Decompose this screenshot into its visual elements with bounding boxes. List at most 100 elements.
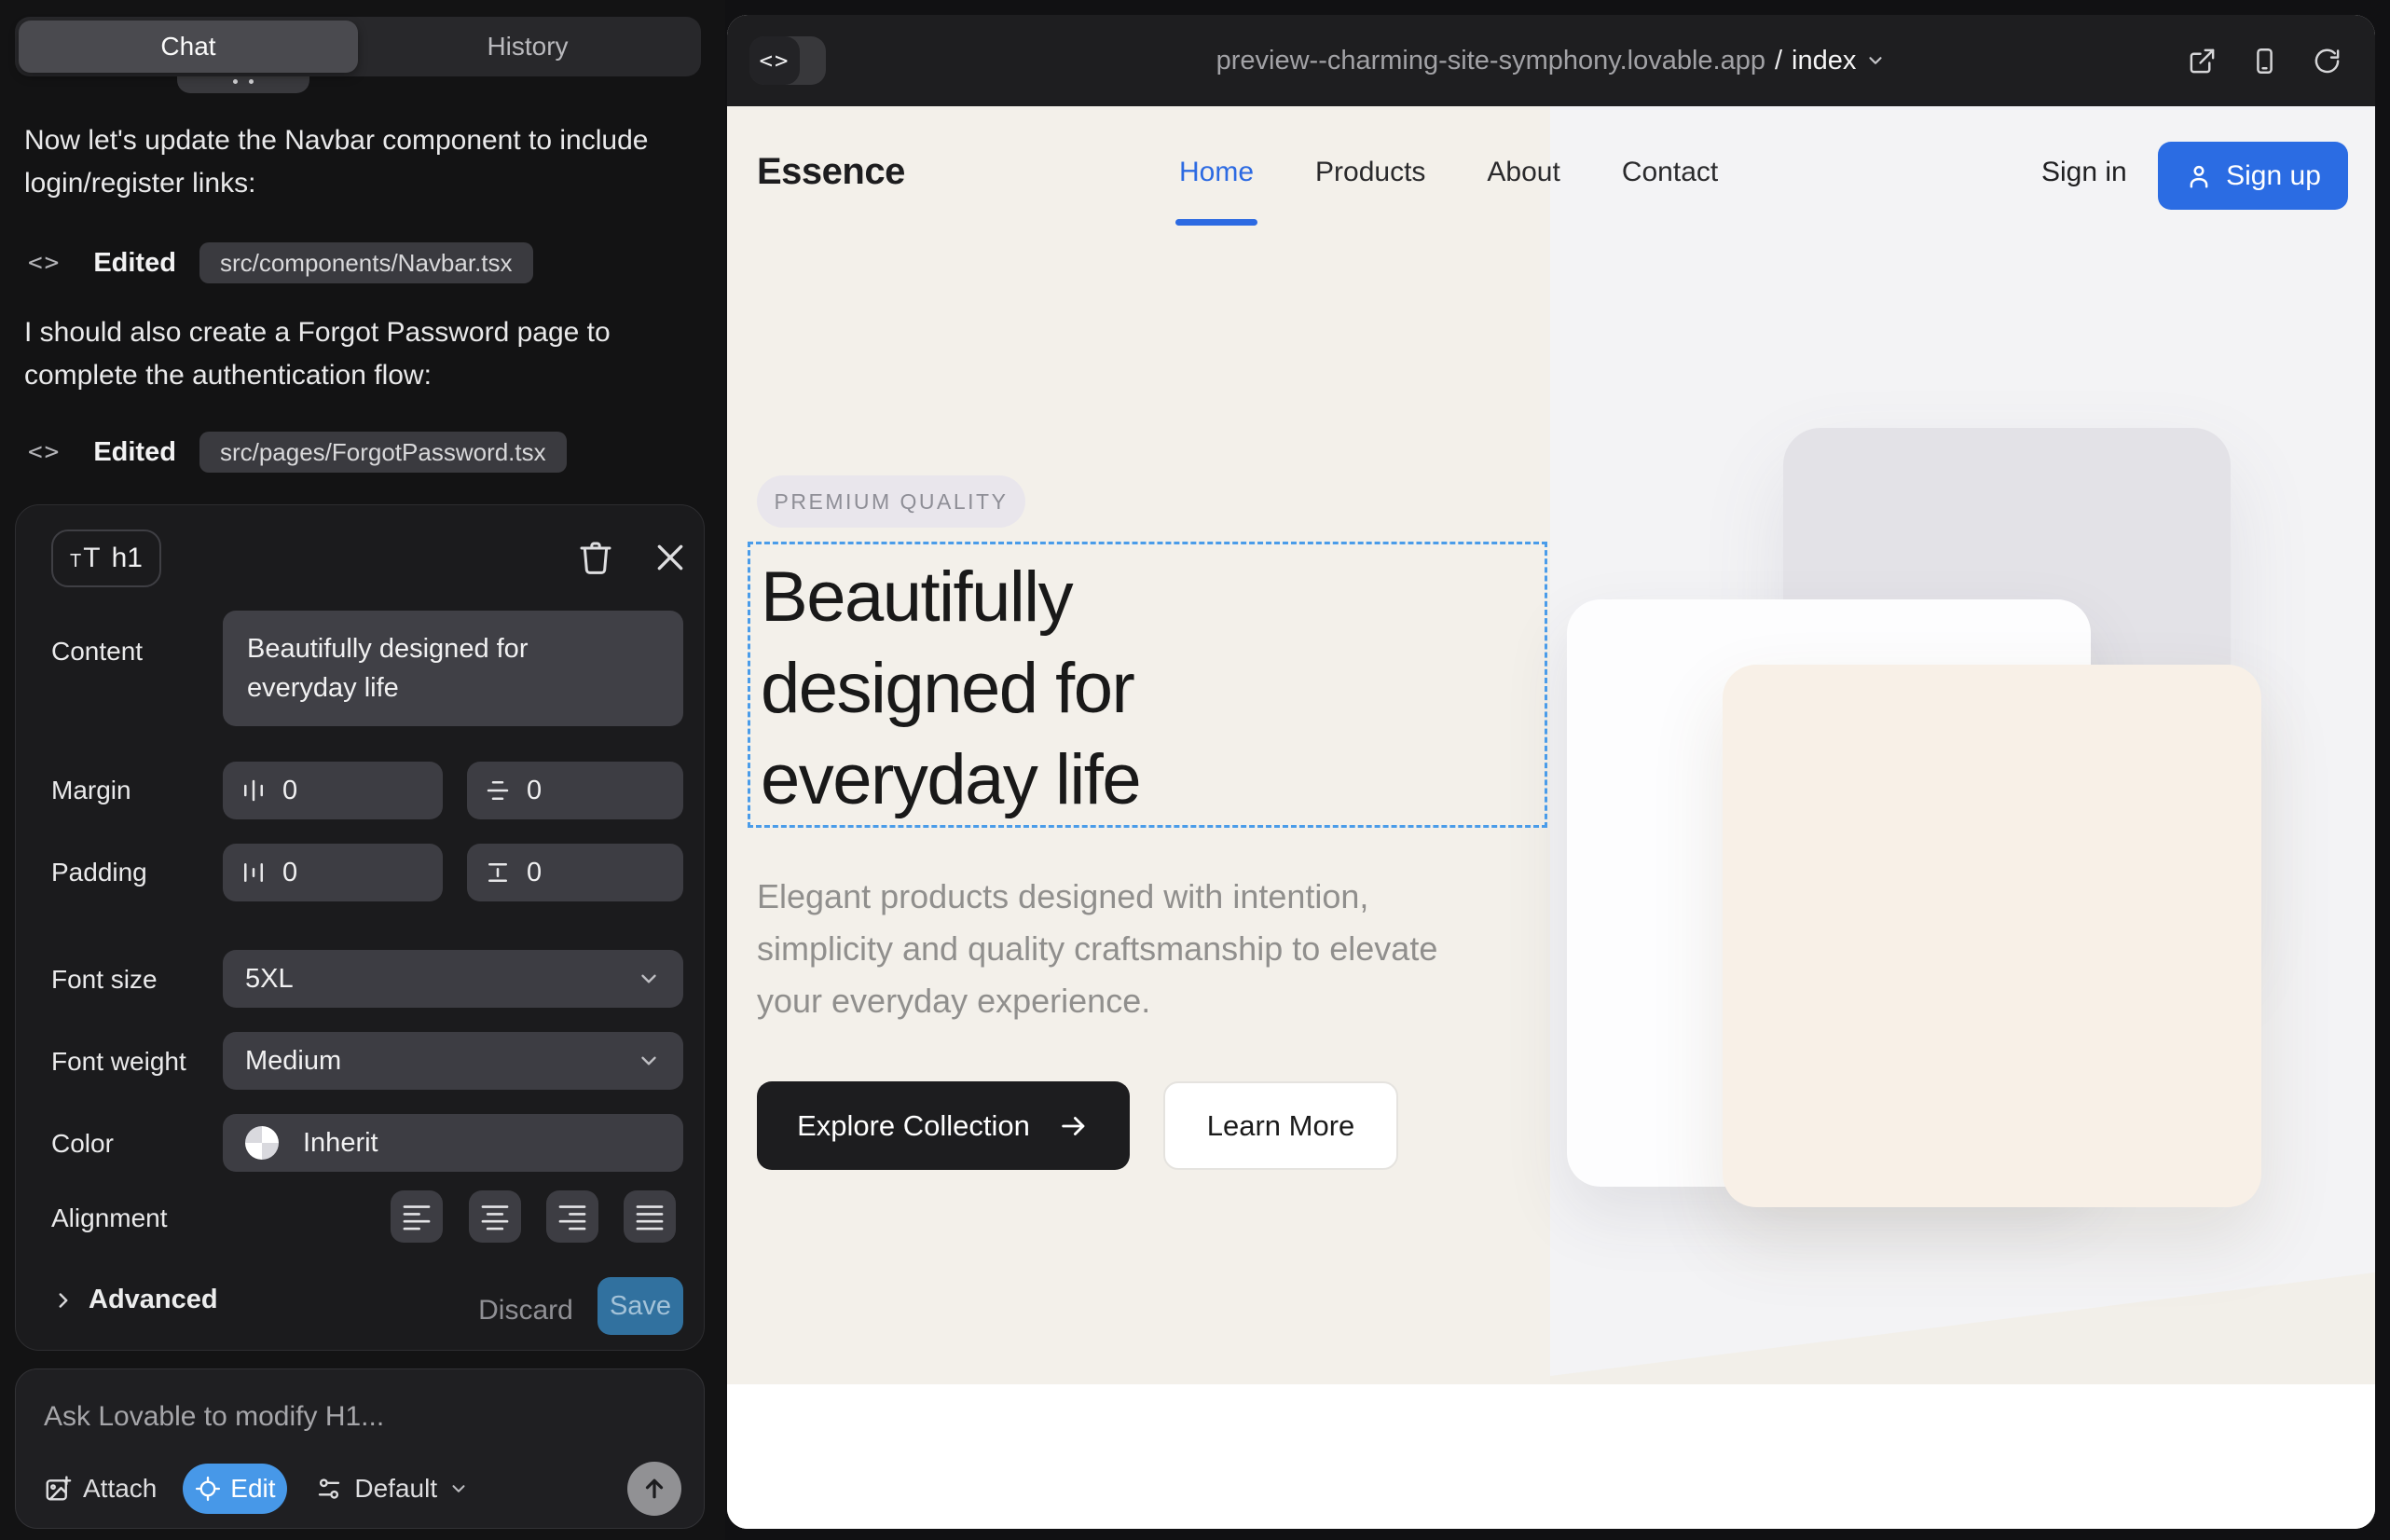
margin-vertical-icon	[484, 777, 512, 804]
tab-chat[interactable]: Chat	[19, 21, 358, 73]
sidebar-tabs: Chat History	[15, 17, 701, 76]
url-domain: preview--charming-site-symphony.lovable.…	[1216, 46, 1765, 76]
nav-link-home[interactable]: Home	[1179, 157, 1254, 188]
font-weight-select[interactable]: Medium	[223, 1032, 683, 1090]
advanced-label: Advanced	[89, 1285, 218, 1315]
hero-badge: PREMIUM QUALITY	[757, 475, 1025, 528]
margin-horizontal-icon	[240, 777, 268, 804]
attach-label: Attach	[83, 1474, 157, 1504]
chat-composer: Ask Lovable to modify H1... Attach	[15, 1368, 705, 1529]
url-bar[interactable]: preview--charming-site-symphony.lovable.…	[727, 15, 2375, 106]
align-justify-button[interactable]	[624, 1190, 676, 1243]
font-weight-label: Font weight	[51, 1047, 186, 1077]
save-button[interactable]: Save	[598, 1277, 683, 1335]
edited-file-row: <> Edited src/pages/ForgotPassword.tsx	[28, 432, 567, 473]
chevron-down-icon	[637, 1049, 661, 1073]
align-right-button[interactable]	[546, 1190, 598, 1243]
chevron-down-icon	[448, 1478, 469, 1499]
close-editor-button[interactable]	[652, 539, 689, 576]
hero-paragraph: Elegant products designed with intention…	[757, 871, 1493, 1027]
explore-collection-button[interactable]: Explore Collection	[757, 1081, 1130, 1170]
color-label: Color	[51, 1129, 114, 1159]
code-icon: <>	[28, 438, 61, 466]
element-tag-name: h1	[112, 543, 143, 574]
send-button[interactable]	[627, 1462, 681, 1516]
align-right-icon	[556, 1201, 588, 1232]
content-input[interactable]: Beautifully designed for everyday life	[223, 611, 683, 726]
arrow-right-icon	[1058, 1110, 1090, 1142]
nav-link-about[interactable]: About	[1487, 157, 1559, 188]
code-icon: <>	[28, 249, 61, 277]
tab-history[interactable]: History	[358, 21, 697, 73]
sign-up-button[interactable]: Sign up	[2158, 142, 2348, 210]
font-weight-value: Medium	[245, 1046, 341, 1077]
font-size-label: Font size	[51, 965, 158, 995]
file-badge[interactable]: src/pages/ForgotPassword.tsx	[199, 432, 567, 473]
edited-label: Edited	[93, 437, 176, 468]
chat-sidebar: Chat History Now let's update the Navbar…	[0, 0, 725, 1540]
hero-heading-line: designed for	[761, 643, 1140, 735]
chevron-right-icon	[51, 1288, 76, 1313]
preview-panel: <> preview--charming-site-symphony.lovab…	[727, 15, 2375, 1529]
color-value: Inherit	[303, 1128, 378, 1159]
mobile-view-icon[interactable]	[2250, 47, 2279, 76]
composer-input[interactable]: Ask Lovable to modify H1...	[44, 1401, 384, 1433]
margin-label: Margin	[51, 776, 131, 805]
toolbar-actions	[2188, 15, 2342, 106]
learn-more-button[interactable]: Learn More	[1163, 1081, 1398, 1170]
content-label: Content	[51, 637, 143, 667]
composer-toolbar: Attach Edit Default	[44, 1463, 681, 1515]
chevron-down-icon	[1865, 50, 1886, 71]
delete-element-button[interactable]	[577, 539, 614, 576]
align-left-icon	[401, 1201, 433, 1232]
element-tag-pill[interactable]: TT h1	[51, 529, 161, 587]
sign-in-link[interactable]: Sign in	[2041, 106, 2127, 238]
file-badge[interactable]: src/components/Navbar.tsx	[199, 242, 533, 283]
hero-heading[interactable]: Beautifully designed for everyday life	[761, 552, 1140, 826]
model-selector[interactable]: Default	[315, 1474, 469, 1504]
site-nav-links: Home Products About Contact	[1179, 106, 1718, 238]
app-root: Chat History Now let's update the Navbar…	[0, 0, 2390, 1540]
decor-card-beige	[1723, 665, 2261, 1207]
open-external-icon[interactable]	[2188, 47, 2217, 76]
nav-link-contact[interactable]: Contact	[1622, 157, 1718, 188]
url-page: index	[1792, 46, 1856, 76]
chat-message: I should also create a Forgot Password p…	[24, 311, 690, 397]
margin-x-input[interactable]: 0	[223, 762, 443, 819]
padding-x-input[interactable]: 0	[223, 844, 443, 901]
color-select[interactable]: Inherit	[223, 1114, 683, 1172]
scrolled-badge-peek	[177, 76, 309, 93]
align-left-button[interactable]	[391, 1190, 443, 1243]
hero-heading-line: Beautifully	[761, 552, 1140, 643]
user-icon	[2185, 162, 2213, 190]
edited-file-row: <> Edited src/components/Navbar.tsx	[28, 242, 533, 283]
target-icon	[195, 1476, 221, 1502]
padding-horizontal-icon	[240, 859, 268, 887]
site-canvas: Essence Home Products About Contact Sign…	[727, 106, 2375, 1529]
hero-cta-row: Explore Collection Learn More	[757, 1081, 1398, 1170]
align-center-button[interactable]	[469, 1190, 521, 1243]
attach-button[interactable]: Attach	[44, 1474, 157, 1504]
model-selector-label: Default	[354, 1474, 437, 1504]
refresh-icon[interactable]	[2313, 47, 2342, 76]
align-center-icon	[479, 1201, 511, 1232]
padding-x-value: 0	[282, 858, 297, 888]
discard-button[interactable]: Discard	[474, 1285, 577, 1337]
nav-link-products[interactable]: Products	[1315, 157, 1425, 188]
advanced-toggle[interactable]: Advanced	[51, 1285, 218, 1315]
preview-toolbar: <> preview--charming-site-symphony.lovab…	[727, 15, 2375, 106]
font-size-select[interactable]: 5XL	[223, 950, 683, 1008]
font-size-value: 5XL	[245, 964, 294, 995]
edit-mode-label: Edit	[230, 1474, 275, 1504]
edited-label: Edited	[93, 248, 176, 279]
settings-sliders-icon	[315, 1475, 343, 1503]
close-icon	[652, 539, 689, 576]
color-swatch	[245, 1126, 279, 1160]
margin-y-input[interactable]: 0	[467, 762, 683, 819]
padding-y-input[interactable]: 0	[467, 844, 683, 901]
site-logo[interactable]: Essence	[757, 106, 905, 238]
edit-mode-button[interactable]: Edit	[183, 1464, 287, 1514]
site-navbar: Essence Home Products About Contact Sign…	[727, 106, 2375, 238]
margin-x-value: 0	[282, 776, 297, 806]
alignment-label: Alignment	[51, 1203, 168, 1233]
